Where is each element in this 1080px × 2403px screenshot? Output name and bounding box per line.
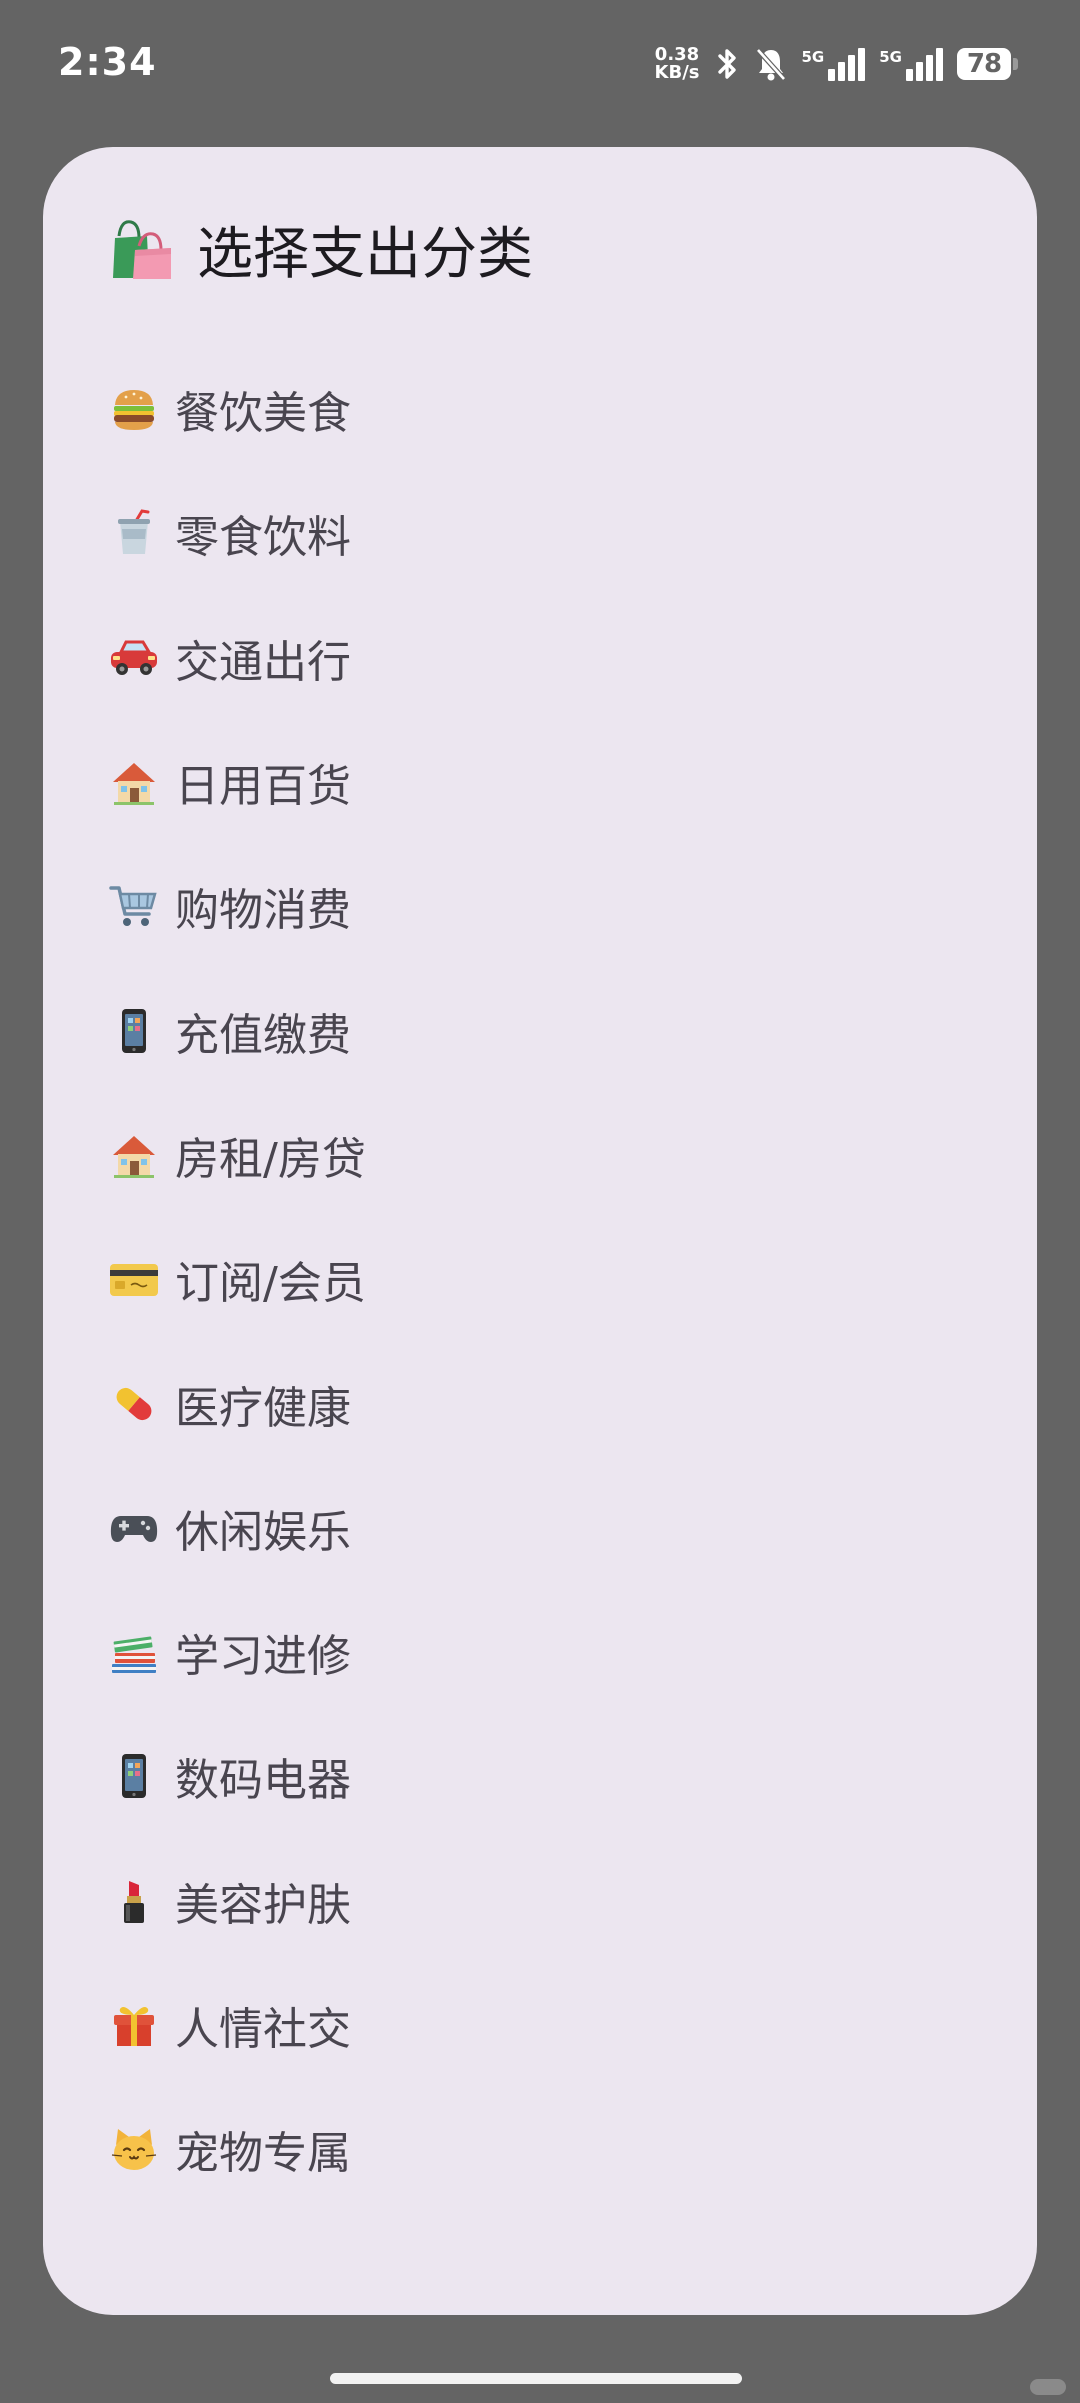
house-icon xyxy=(109,1130,159,1180)
category-label: 学习进修 xyxy=(175,1631,351,1683)
bluetooth-icon xyxy=(714,46,740,82)
network-type-1: 5G xyxy=(801,47,825,66)
game-controller-icon xyxy=(109,1503,159,1553)
category-label: 休闲娱乐 xyxy=(175,1506,351,1558)
category-label: 数码电器 xyxy=(175,1755,351,1807)
pill-icon xyxy=(109,1379,159,1429)
cup-with-straw-icon xyxy=(109,508,159,558)
category-label: 充值缴费 xyxy=(175,1009,351,1061)
navigation-gesture-handle[interactable] xyxy=(330,2373,742,2384)
category-label: 购物消费 xyxy=(175,885,351,937)
category-label: 订阅/会员 xyxy=(175,1258,366,1310)
status-bar: 2:34 0.38 KB/s 5G 5G 78 xyxy=(0,0,1080,130)
category-label: 医疗健康 xyxy=(175,1382,351,1434)
category-label: 交通出行 xyxy=(175,636,351,688)
category-item-beauty[interactable]: 美容护肤 xyxy=(109,1839,969,1963)
house-icon xyxy=(109,757,159,807)
status-time: 2:34 xyxy=(58,40,157,84)
category-label: 房租/房贷 xyxy=(175,1133,366,1185)
shopping-bags-icon xyxy=(109,216,175,282)
network-speed: 0.38 KB/s xyxy=(655,46,700,82)
category-item-rent-mortgage[interactable]: 房租/房贷 xyxy=(109,1093,969,1217)
category-label: 美容护肤 xyxy=(175,1879,351,1931)
category-item-electronics[interactable]: 数码电器 xyxy=(109,1714,969,1838)
category-label: 宠物专属 xyxy=(175,2128,351,2180)
network-speed-unit: KB/s xyxy=(654,62,700,83)
category-item-pets[interactable]: 宠物专属 xyxy=(109,2087,969,2211)
category-item-subscription[interactable]: 订阅/会员 xyxy=(109,1217,969,1341)
battery-indicator: 78 xyxy=(957,48,1018,80)
category-item-learning[interactable]: 学习进修 xyxy=(109,1590,969,1714)
mobile-phone-icon xyxy=(109,1751,159,1801)
burger-icon xyxy=(109,384,159,434)
shopping-cart-icon xyxy=(109,881,159,931)
sheet-title: 选择支出分类 xyxy=(197,221,533,287)
category-item-shopping[interactable]: 购物消费 xyxy=(109,844,969,968)
category-list: 餐饮美食 零食饮料 交通出行 日用百货 购物消费 充值缴费 房租/房贷 订阅/会… xyxy=(109,347,969,2211)
bell-muted-icon xyxy=(754,46,788,82)
category-label: 人情社交 xyxy=(175,2004,351,2055)
lipstick-icon xyxy=(109,1876,159,1926)
cat-face-icon xyxy=(109,2124,159,2174)
sheet-header: 选择支出分类 xyxy=(109,209,533,289)
category-label: 餐饮美食 xyxy=(175,388,351,440)
status-icons: 0.38 KB/s 5G 5G 78 xyxy=(655,42,1018,86)
category-item-social-gifts[interactable]: 人情社交 xyxy=(109,1963,969,2087)
corner-indicator xyxy=(1030,2379,1066,2395)
books-icon xyxy=(109,1627,159,1677)
signal-strength-2: 5G xyxy=(879,47,943,81)
car-icon xyxy=(109,633,159,683)
mobile-phone-icon xyxy=(109,1006,159,1056)
category-item-snacks-drinks[interactable]: 零食饮料 xyxy=(109,471,969,595)
category-item-entertainment[interactable]: 休闲娱乐 xyxy=(109,1466,969,1590)
category-item-top-up-bills[interactable]: 充值缴费 xyxy=(109,968,969,1092)
signal-strength-1: 5G xyxy=(801,47,866,81)
battery-level: 78 xyxy=(957,48,1011,80)
network-type-2: 5G xyxy=(879,47,902,66)
category-item-transport[interactable]: 交通出行 xyxy=(109,596,969,720)
category-label: 日用百货 xyxy=(175,761,351,813)
category-item-dining[interactable]: 餐饮美食 xyxy=(109,347,969,471)
category-label: 零食饮料 xyxy=(175,512,351,564)
category-item-daily-goods[interactable]: 日用百货 xyxy=(109,720,969,844)
category-item-medical[interactable]: 医疗健康 xyxy=(109,1341,969,1465)
gift-icon xyxy=(109,2000,159,2050)
category-sheet: 选择支出分类 餐饮美食 零食饮料 交通出行 日用百货 购物消费 充值缴费 房租/… xyxy=(43,147,1037,2315)
credit-card-icon xyxy=(109,1254,159,1304)
